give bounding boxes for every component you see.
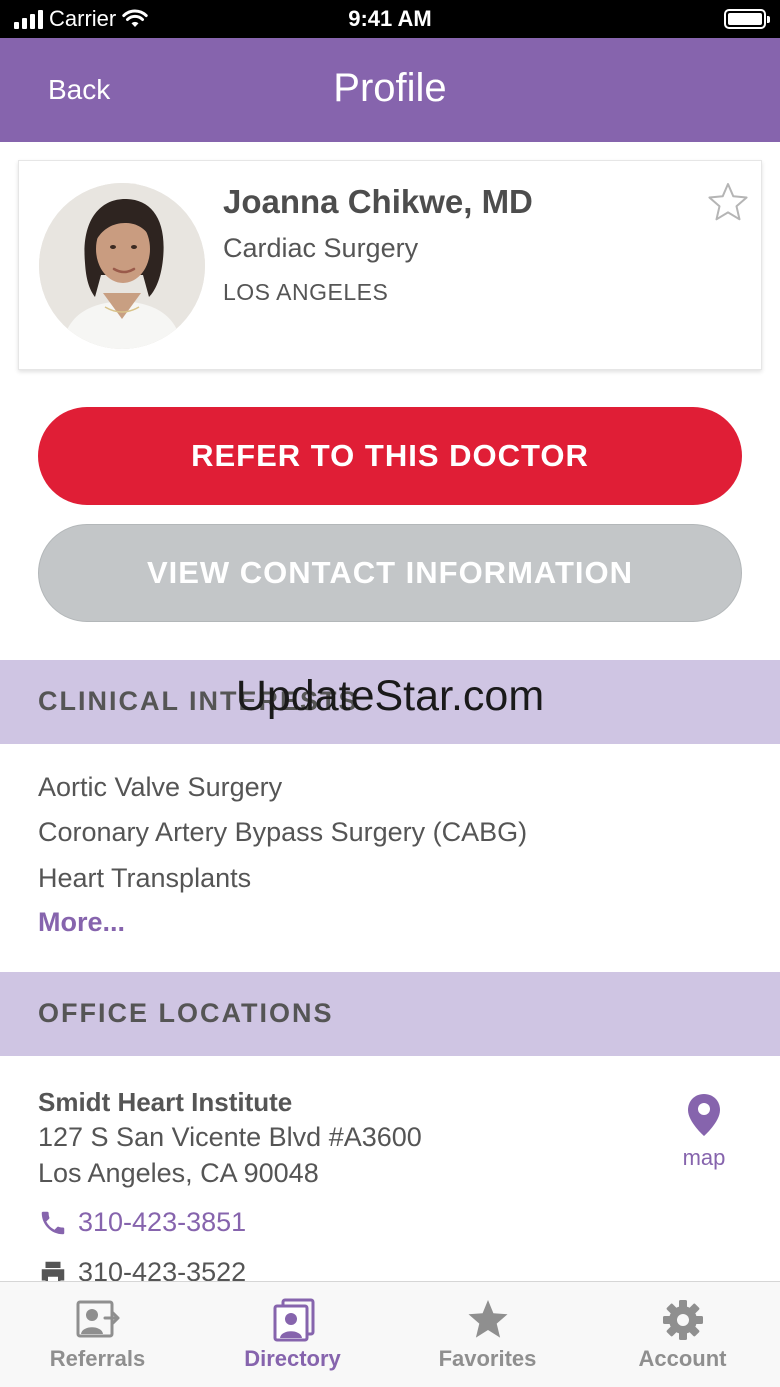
doctor-avatar [39,183,205,349]
battery-icon [724,9,770,29]
star-icon [468,1300,507,1338]
status-bar: Carrier 9:41 AM [0,0,780,38]
tab-directory-label: Directory [244,1346,341,1371]
tab-favorites-label: Favorites [438,1346,537,1371]
clinical-interest-item: Heart Transplants [38,863,252,893]
map-pin-icon [688,1094,720,1136]
watermark: UpdateStar.com [235,672,545,720]
office-name: Smidt Heart Institute [38,1087,293,1117]
tab-bar: Referrals Directory Favorites Account [0,1281,780,1387]
office-phone-number: 310-423-3851 [78,1207,247,1237]
doctor-profile-card: Joanna Chikwe, MD Cardiac Surgery LOS AN… [18,160,762,370]
clinical-interest-item: Aortic Valve Surgery [38,772,283,802]
tab-referrals[interactable]: Referrals [0,1282,195,1387]
more-interests-link[interactable]: More... [38,907,125,938]
phone-icon [41,1211,65,1234]
referrals-icon [76,1300,119,1338]
tab-directory[interactable]: Directory [195,1282,390,1387]
doctor-specialty: Cardiac Surgery [223,233,419,263]
tab-referrals-label: Referrals [49,1346,146,1371]
office-locations-header: OFFICE LOCATIONS [0,972,780,1056]
office-address-line2: Los Angeles, CA 90048 [38,1158,319,1188]
office-address-line1: 127 S San Vicente Blvd #A3600 [38,1122,422,1152]
doctor-name: Joanna Chikwe, MD [223,183,533,220]
tab-favorites[interactable]: Favorites [390,1282,585,1387]
view-contact-information-button[interactable]: VIEW CONTACT INFORMATION [38,524,742,622]
map-button[interactable]: map [672,1092,736,1171]
refer-to-doctor-button[interactable]: REFER TO THIS DOCTOR [38,407,742,505]
office-phone-link[interactable]: 310-423-3851 [38,1207,246,1238]
clinical-interest-item: Coronary Artery Bypass Surgery (CABG) [38,817,528,847]
doctor-city: LOS ANGELES [223,279,389,305]
status-time: 9:41 AM [348,6,432,31]
office-locations-title: OFFICE LOCATIONS [38,998,334,1028]
star-outline-icon[interactable] [707,181,749,223]
navigation-bar: Back Profile [0,38,780,142]
tab-account-label: Account [638,1346,727,1371]
gear-icon [662,1300,703,1340]
directory-icon [273,1298,314,1342]
page-title: Profile [333,66,447,110]
tab-account[interactable]: Account [585,1282,780,1387]
map-label: map [682,1145,726,1170]
